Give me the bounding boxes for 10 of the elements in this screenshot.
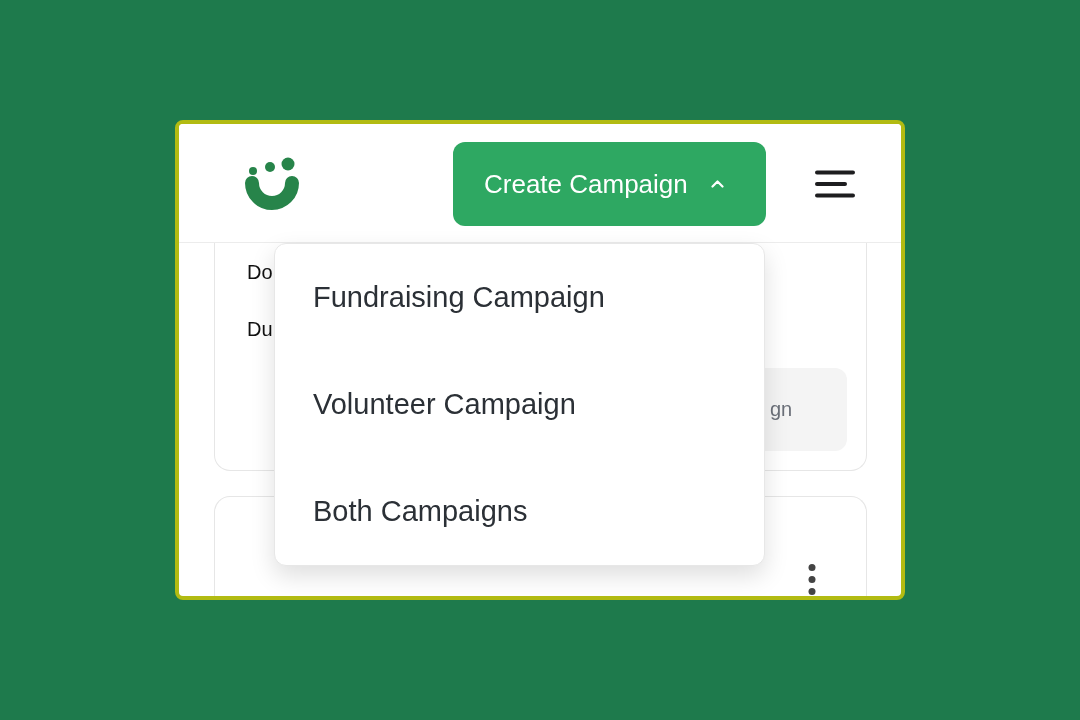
menu-item[interactable]: Volunteer Campaign [275,351,764,458]
menu-icon[interactable] [815,170,855,198]
menu-item[interactable]: Both Campaigns [275,458,764,565]
detail-label: Du [247,317,273,341]
logo-icon [244,157,300,211]
caret-up-icon [710,180,724,188]
secondary-button[interactable]: gn [765,368,847,451]
menu-item[interactable]: Fundraising Campaign [275,244,764,351]
kebab-menu-icon[interactable] [808,564,816,595]
detail-label: Do [247,260,273,284]
